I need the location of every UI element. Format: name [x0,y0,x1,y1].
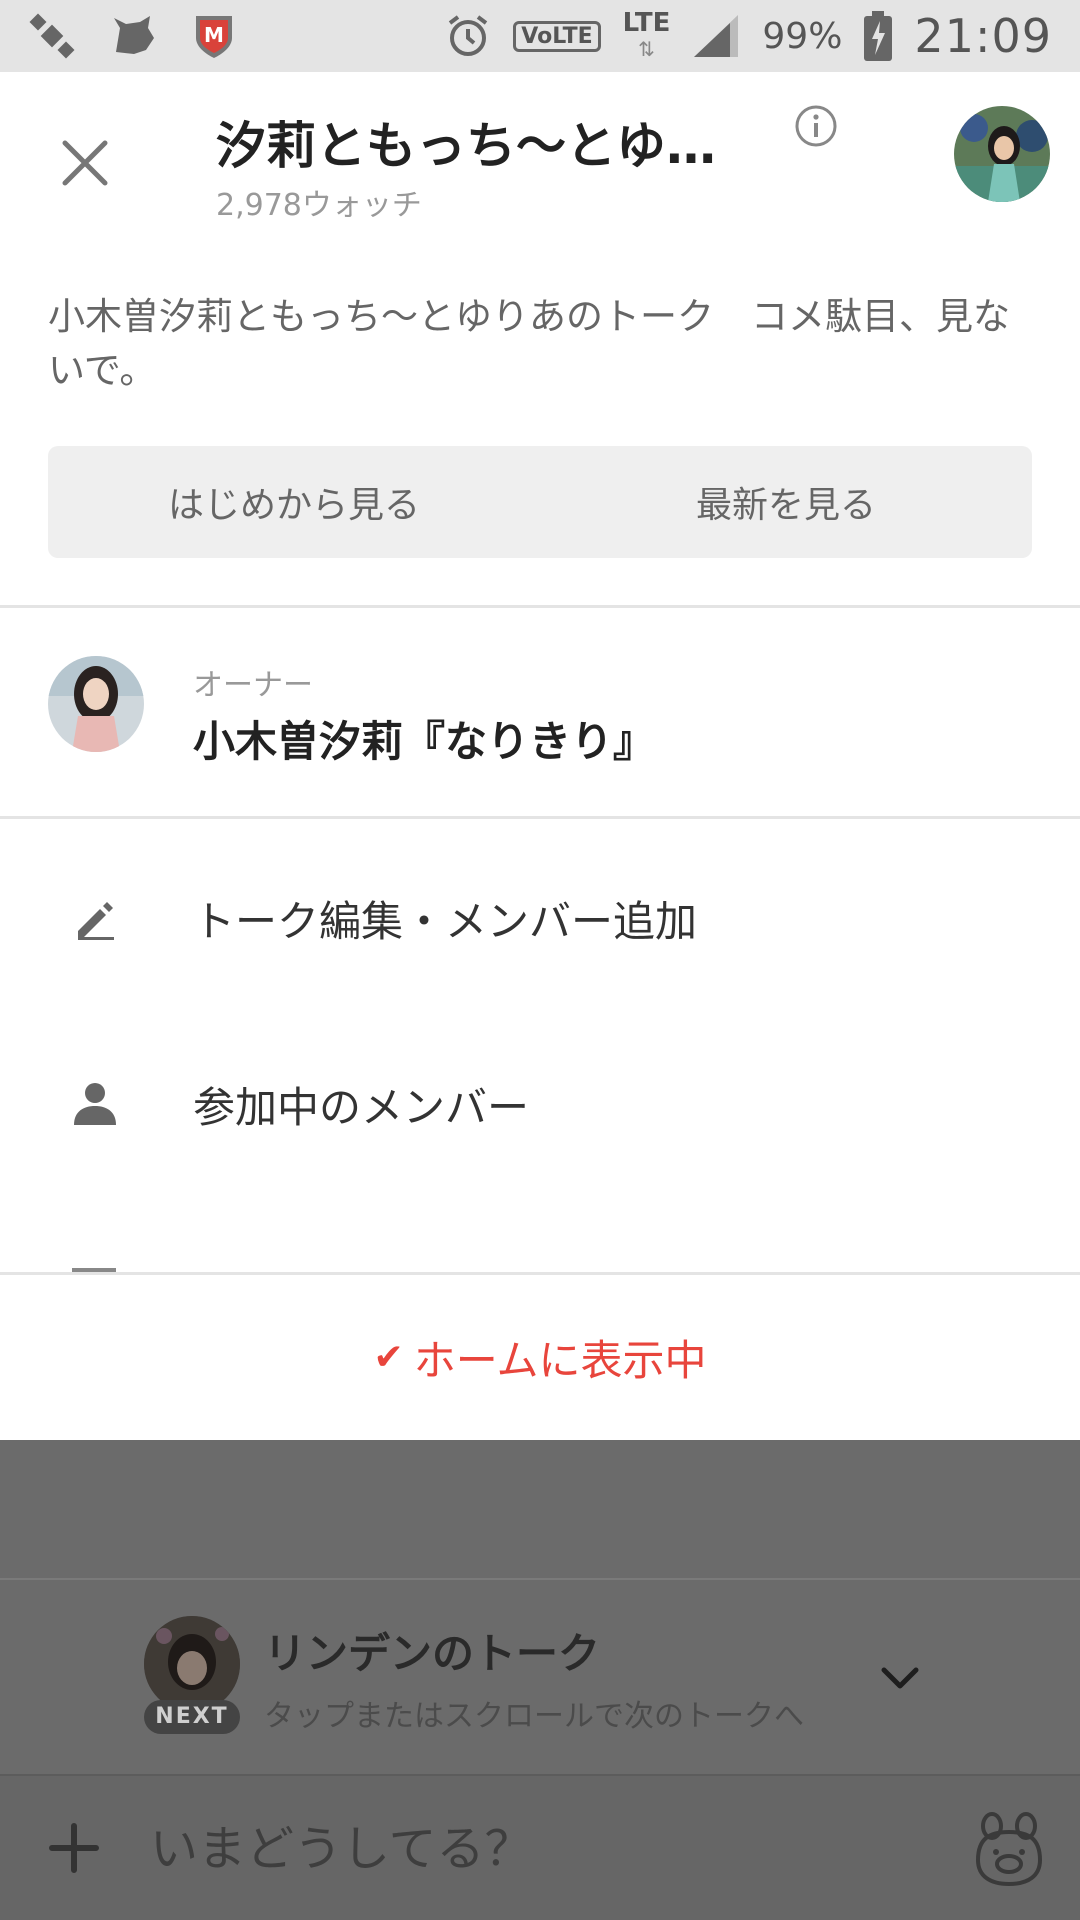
next-talk-subtitle: タップまたはスクロールで次のトークへ [264,1699,804,1734]
pencil-icon [78,902,114,940]
menu-item-edit-talk[interactable]: トーク編集・メンバー追加 [0,848,1080,988]
battery-icon [864,11,893,61]
owner-avatar[interactable] [48,656,144,752]
menu-item-label: 参加中のメンバー [193,1082,530,1132]
divider [0,816,1080,819]
view-latest-button[interactable]: 最新を見る [540,446,1032,558]
svg-text:M: M [204,23,224,47]
status-bar: M VoLTE LTE ⇅ 99% 21:09 [0,0,1080,72]
battery-percent: 99% [762,15,843,57]
volte-icon: VoLTE [513,20,601,52]
data-arrows-icon: ⇅ [638,37,655,61]
status-left: M [28,12,236,60]
close-button[interactable] [50,128,120,198]
alarm-icon [449,15,488,56]
divider [0,605,1080,608]
lte-label: LTE [622,8,671,38]
talk-cover-avatar[interactable] [954,106,1050,202]
next-talk-title: リンデンのトーク [264,1629,601,1678]
mcafee-icon: M [196,16,232,58]
talk-title: 汐莉ともっち〜とゆり… [216,117,756,175]
talk-description: 小木曽汐莉ともっち〜とゆりあのトーク コメ駄目、見ないで。 [48,295,1010,392]
person-icon [74,1083,116,1125]
next-talk-bar[interactable]: NEXT リンデンのトーク タップまたはスクロールで次のトークへ [0,1578,1080,1774]
info-icon[interactable] [792,102,840,150]
check-icon: ✔ [373,1337,404,1378]
cover-photo-image [954,106,1050,202]
owner-name[interactable]: 小木曽汐莉『なりきり』 [193,708,655,769]
next-talk-avatar [144,1616,240,1712]
owner-label: オーナー [193,668,313,703]
home-display-toggle[interactable]: ✔ ホームに表示中 [0,1272,1080,1440]
next-talk-photo-image [144,1616,240,1712]
pet-icon [114,16,154,54]
menu-item-members[interactable]: 参加中のメンバー [0,1034,1080,1174]
view-from-start-button[interactable]: はじめから見る [48,446,540,558]
status-right: VoLTE LTE ⇅ 99% 21:09 [445,9,1052,63]
next-badge: NEXT [144,1700,240,1734]
clock: 21:09 [914,9,1052,63]
watch-count: 2,978ウォッチ [216,188,422,223]
menu-item-label: トーク編集・メンバー追加 [193,896,698,946]
status-input[interactable] [150,1806,930,1892]
close-icon [62,140,108,186]
sticker-icon[interactable] [970,1810,1048,1888]
talk-info-sheet: 汐莉ともっち〜とゆり… 2,978ウォッチ 小木曽汐莉ともっち〜とゆりあのトーク… [0,72,1080,1440]
chevron-down-icon[interactable] [876,1654,924,1702]
satellite-icon [29,13,75,59]
owner-photo-image [48,656,144,752]
home-display-label: ホームに表示中 [413,1336,707,1385]
view-button-bar: はじめから見る 最新を見る [48,446,1032,558]
plus-icon[interactable] [46,1820,102,1876]
composer-bar [0,1774,1080,1920]
lte-icon: LTE ⇅ [623,10,671,62]
signal-icon [694,15,739,57]
